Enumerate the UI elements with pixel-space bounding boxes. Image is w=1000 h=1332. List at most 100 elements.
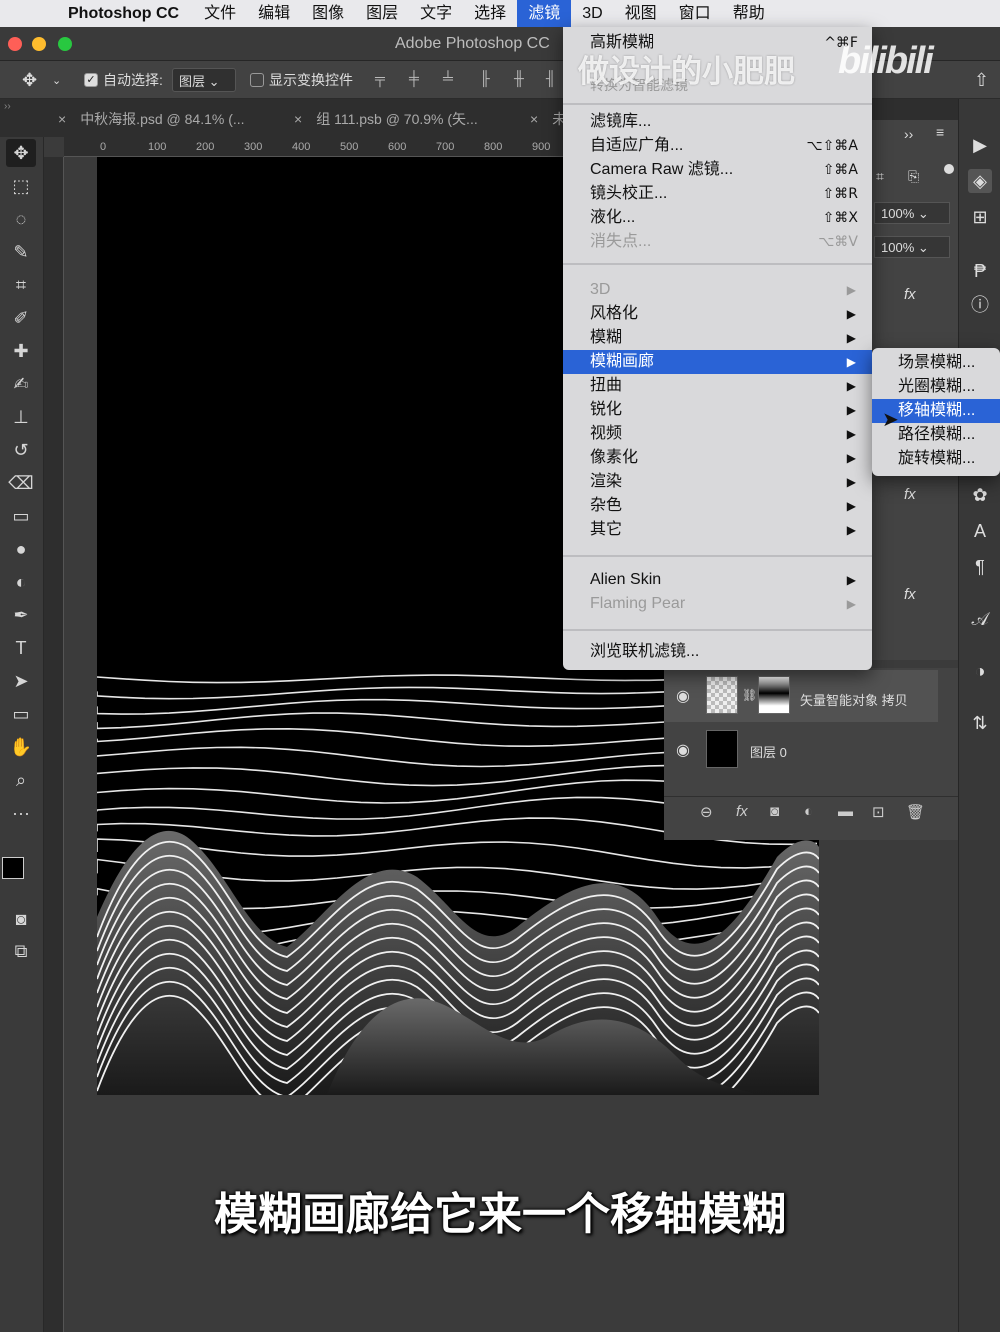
panel-menu-icon[interactable]: ≡ bbox=[936, 124, 944, 140]
screen-mode-icon[interactable]: ⧉ bbox=[6, 937, 36, 965]
submenu-item-spin-blur[interactable]: 旋转模糊... bbox=[872, 447, 1000, 471]
opacity-field[interactable]: 100% ⌄ bbox=[874, 202, 950, 224]
submenu-item-iris-blur[interactable]: 光圈模糊... bbox=[872, 375, 1000, 399]
move-tool-icon[interactable]: ✥ bbox=[6, 139, 36, 167]
menu-item-video[interactable]: 视频 ▶ bbox=[563, 422, 872, 446]
menu-item-noise[interactable]: 杂色 ▶ bbox=[563, 494, 872, 518]
layer-row[interactable]: ◉ 图层 0 bbox=[664, 724, 938, 776]
menu-image[interactable]: 图像 bbox=[301, 0, 355, 27]
eyedropper-tool-icon[interactable]: ✐ bbox=[6, 304, 36, 332]
align-vcenter-icon[interactable]: ╪ bbox=[409, 70, 425, 86]
share-icon[interactable]: ⇧ bbox=[974, 70, 989, 91]
menu-view[interactable]: 视图 bbox=[614, 0, 668, 27]
collapse-icon[interactable]: ›› bbox=[4, 101, 11, 112]
menu-item-pixelate[interactable]: 像素化 ▶ bbox=[563, 446, 872, 470]
lasso-tool-icon[interactable]: ◌ bbox=[6, 205, 36, 233]
menu-item-blur[interactable]: 模糊 ▶ bbox=[563, 326, 872, 350]
chevron-down-icon[interactable]: ⌄ bbox=[52, 74, 61, 87]
menu-item-liquify[interactable]: 液化... ⇧⌘X bbox=[563, 206, 872, 230]
adjustments-icon[interactable]: ◑ bbox=[968, 659, 992, 683]
fx-icon[interactable]: fx bbox=[736, 803, 748, 820]
new-layer-icon[interactable]: ⊡ bbox=[872, 803, 885, 821]
fx-icon[interactable]: fx bbox=[904, 286, 916, 303]
link-layers-icon[interactable]: ⊖ bbox=[700, 803, 713, 821]
show-transform-checkbox[interactable] bbox=[250, 73, 264, 87]
mask-thumbnail[interactable] bbox=[758, 676, 790, 714]
quick-mask-icon[interactable]: ◙ bbox=[6, 905, 36, 933]
layer-row[interactable]: ◉ ⛓ 矢量智能对象 拷贝 bbox=[664, 670, 938, 722]
type-tool-icon[interactable]: T bbox=[6, 634, 36, 662]
stamp-tool-icon[interactable]: ⊥ bbox=[6, 403, 36, 431]
align-hcenter-icon[interactable]: ╫ bbox=[514, 70, 530, 86]
menu-item-filter-gallery[interactable]: 滤镜库... bbox=[563, 110, 872, 134]
align-bottom-icon[interactable]: ╧ bbox=[443, 70, 459, 86]
align-top-icon[interactable]: ╤ bbox=[375, 70, 391, 86]
menu-3d[interactable]: 3D bbox=[571, 0, 613, 27]
panel-collapse-icon[interactable]: ›› bbox=[904, 126, 913, 142]
transform-icon[interactable]: ⌗ bbox=[876, 168, 884, 185]
document-tab[interactable]: × 中秋海报.psd @ 84.1% (... bbox=[58, 99, 245, 137]
toggle-icon[interactable] bbox=[944, 164, 954, 174]
history-brush-icon[interactable]: ↺ bbox=[6, 436, 36, 464]
layers-icon[interactable]: ◈ bbox=[968, 169, 992, 193]
document-tab[interactable]: × 组 111.psb @ 70.9% (矢... bbox=[294, 99, 478, 137]
auto-select-checkbox[interactable]: ✓ bbox=[84, 73, 98, 87]
move-tool-icon[interactable]: ✥ bbox=[22, 70, 37, 91]
document-tab[interactable]: × 未 bbox=[530, 99, 566, 137]
hand-tool-icon[interactable]: ✋ bbox=[6, 733, 36, 761]
marquee-tool-icon[interactable]: ⬚ bbox=[6, 172, 36, 200]
folder-icon[interactable]: ▬ bbox=[838, 803, 853, 820]
more-tools-icon[interactable]: ··· bbox=[6, 799, 36, 827]
zoom-tool-icon[interactable]: ⌕ bbox=[6, 766, 36, 794]
menu-select[interactable]: 选择 bbox=[463, 0, 517, 27]
minimize-window-button[interactable] bbox=[32, 37, 46, 51]
fx-icon[interactable]: fx bbox=[904, 586, 916, 603]
menu-item-adaptive-wide-angle[interactable]: 自适应广角... ⌥⇧⌘A bbox=[563, 134, 872, 158]
menu-item-distort[interactable]: 扭曲 ▶ bbox=[563, 374, 872, 398]
glyphs-icon[interactable]: 𝒜 bbox=[968, 607, 992, 631]
menu-item-flaming-pear[interactable]: Flaming Pear ▶ bbox=[563, 592, 872, 616]
trash-icon[interactable]: 🗑 bbox=[906, 803, 925, 821]
shape-tool-icon[interactable]: ▭ bbox=[6, 700, 36, 728]
paragraph-icon[interactable]: ₱ bbox=[968, 259, 992, 283]
auto-select-dropdown[interactable]: 图层 ⌄ bbox=[172, 68, 236, 92]
play-icon[interactable]: ▶ bbox=[968, 133, 992, 157]
menu-item-vanishing-point[interactable]: 消失点... ⌥⌘V bbox=[563, 230, 872, 254]
menu-layer[interactable]: 图层 bbox=[355, 0, 409, 27]
path-select-icon[interactable]: ➤ bbox=[6, 667, 36, 695]
visibility-eye-icon[interactable]: ◉ bbox=[676, 686, 690, 706]
crop-tool-icon[interactable]: ⌗ bbox=[6, 271, 36, 299]
align-right-icon[interactable]: ╢ bbox=[546, 70, 562, 86]
menu-item-camera-raw[interactable]: Camera Raw 滤镜... ⇧⌘A bbox=[563, 158, 872, 182]
lock-icon[interactable]: ⎘ bbox=[908, 168, 919, 185]
menu-item-sharpen[interactable]: 锐化 ▶ bbox=[563, 398, 872, 422]
menu-item-blur-gallery[interactable]: 模糊画廊 ▶ bbox=[563, 350, 872, 374]
menu-item-alien-skin[interactable]: Alien Skin ▶ bbox=[563, 568, 872, 592]
pen-tool-icon[interactable]: ✒ bbox=[6, 601, 36, 629]
sort-icon[interactable]: ⇅ bbox=[968, 711, 992, 735]
quick-select-tool-icon[interactable]: ✎ bbox=[6, 238, 36, 266]
app-menu[interactable]: Photoshop CC bbox=[54, 5, 193, 23]
close-window-button[interactable] bbox=[8, 37, 22, 51]
gradient-tool-icon[interactable]: ▭ bbox=[6, 502, 36, 530]
menu-filter[interactable]: 滤镜 bbox=[517, 0, 572, 27]
dodge-tool-icon[interactable]: ◐ bbox=[6, 568, 36, 596]
menu-item-3d[interactable]: 3D ▶ bbox=[563, 278, 872, 302]
menu-edit[interactable]: 编辑 bbox=[247, 0, 301, 27]
adjustment-layer-icon[interactable]: ◐ bbox=[804, 803, 813, 820]
menu-item-lens-correction[interactable]: 镜头校正... ⇧⌘R bbox=[563, 182, 872, 206]
menu-item-browse-online[interactable]: 浏览联机滤镜... bbox=[563, 640, 872, 664]
channels-icon[interactable]: ⊞ bbox=[968, 205, 992, 229]
align-left-icon[interactable]: ╟ bbox=[480, 70, 496, 86]
blur-tool-icon[interactable]: ● bbox=[6, 535, 36, 563]
visibility-eye-icon[interactable]: ◉ bbox=[676, 740, 690, 760]
menu-type[interactable]: 文字 bbox=[409, 0, 463, 27]
menu-help[interactable]: 帮助 bbox=[722, 0, 776, 27]
eraser-tool-icon[interactable]: ⌫ bbox=[6, 469, 36, 497]
fill-field[interactable]: 100% ⌄ bbox=[874, 236, 950, 258]
submenu-item-field-blur[interactable]: 场景模糊... bbox=[872, 351, 1000, 375]
pilcrow-icon[interactable]: ¶ bbox=[968, 555, 992, 579]
foreground-color-swatch[interactable] bbox=[2, 857, 24, 879]
menu-item-stylize[interactable]: 风格化 ▶ bbox=[563, 302, 872, 326]
info-icon[interactable]: ⓘ bbox=[968, 293, 992, 317]
